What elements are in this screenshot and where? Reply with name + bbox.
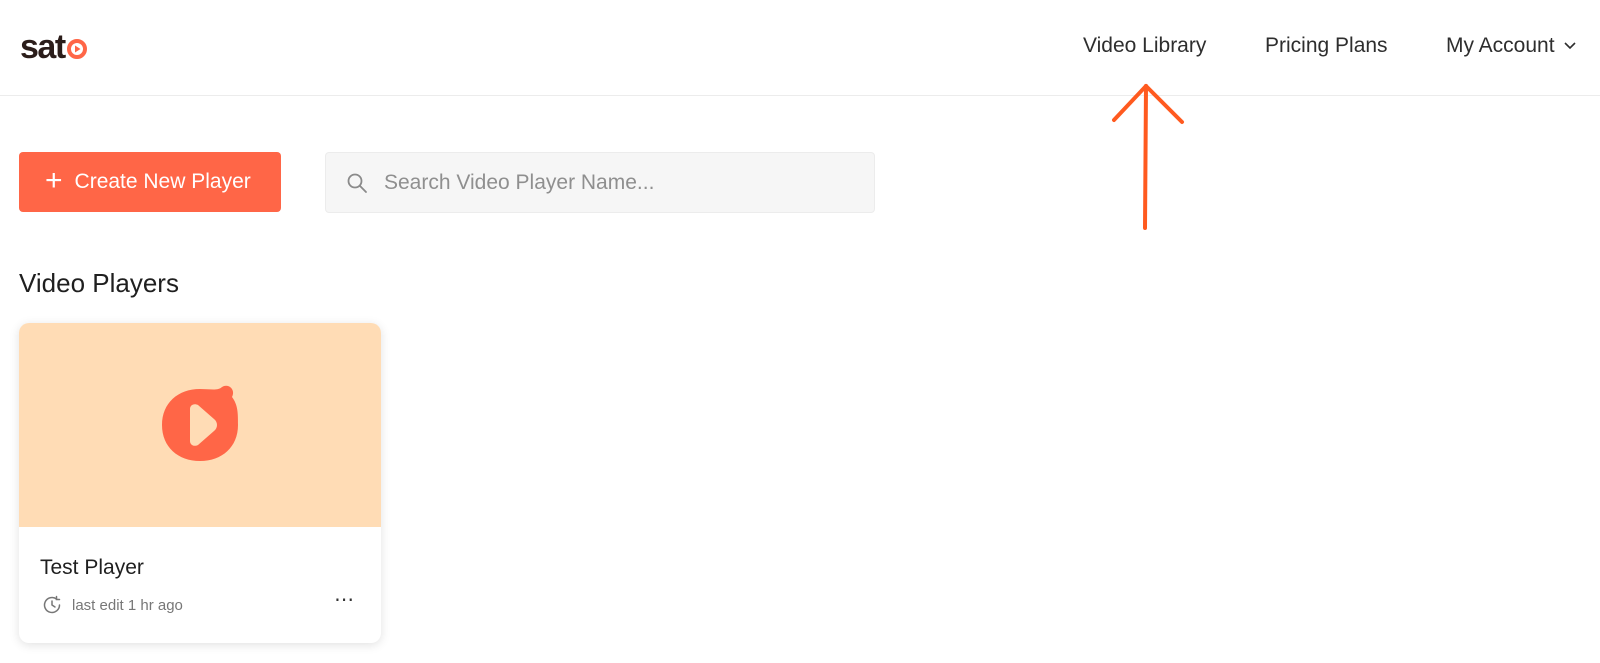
play-logo-icon [162,385,238,461]
section-title: Video Players [19,268,179,298]
plus-icon: + [45,163,63,197]
nav-pricing-plans-label: Pricing Plans [1265,34,1388,57]
nav-video-library-label: Video Library [1083,34,1207,57]
clock-icon [42,595,62,615]
search-bar[interactable] [325,152,875,213]
nav-pricing-plans[interactable]: Pricing Plans [1265,34,1388,58]
more-options-icon[interactable]: ⋯ [334,587,355,612]
search-icon [346,172,368,194]
player-last-edit: last edit 1 hr ago [72,596,183,614]
nav-video-library[interactable]: Video Library [1083,34,1206,58]
search-input[interactable] [382,169,852,196]
logo-text: sat [20,28,66,66]
sato-logo[interactable]: sat [20,28,88,66]
nav-my-account-label: My Account [1446,34,1555,57]
player-name: Test Player [40,556,144,579]
logo-play-icon [66,32,88,66]
chevron-down-icon [1563,42,1576,50]
player-card[interactable]: Test Player last edit 1 hr ago ⋯ [19,323,381,643]
create-new-player-label: Create New Player [74,170,251,193]
annotation-arrow-icon [1112,84,1184,230]
player-meta: last edit 1 hr ago [42,595,183,615]
nav-my-account[interactable]: My Account [1446,34,1577,58]
player-thumbnail [19,323,381,527]
top-nav-bar: sat Video Library Pricing Plans My Accou… [0,0,1600,96]
create-new-player-button[interactable]: + Create New Player [19,152,281,212]
